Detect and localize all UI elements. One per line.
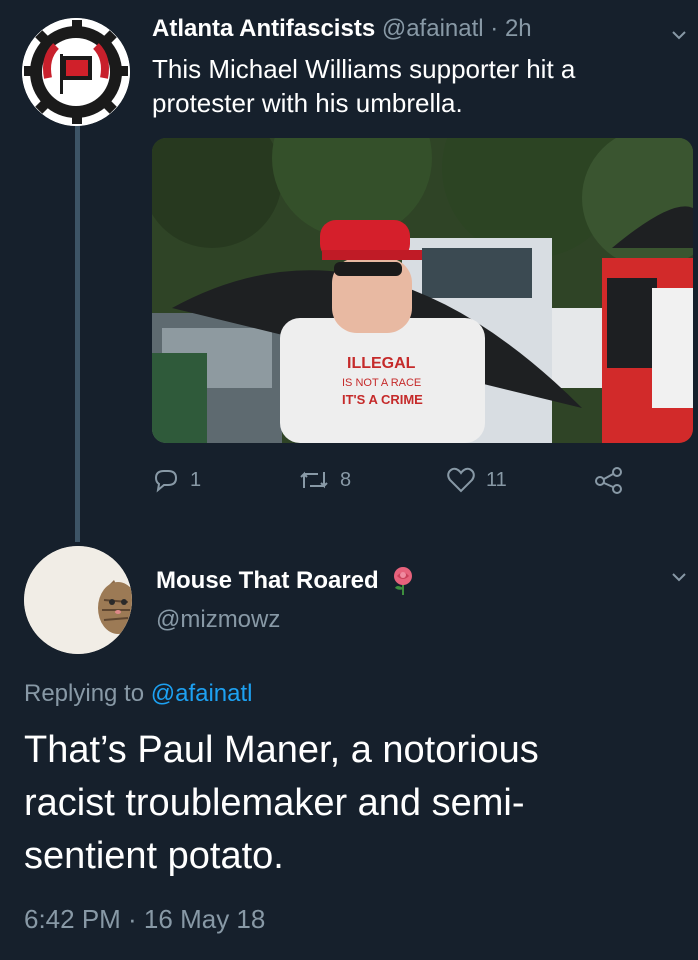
share-button[interactable] (594, 466, 624, 494)
replying-to-link[interactable]: @afainatl (151, 680, 253, 707)
reply-timestamp: 6:42 PM · 16 May 18 (24, 904, 266, 934)
reply-text-line: sentient potato. (24, 835, 284, 877)
replying-label: Replying to (24, 680, 145, 707)
shirt-text: IS NOT A RACE (342, 377, 421, 389)
replying-to: Replying to @afainatl (24, 680, 253, 708)
reply-button[interactable]: 1 (152, 466, 201, 494)
rose-emoji-icon (393, 567, 412, 595)
heart-icon (447, 467, 475, 493)
tweet-time[interactable]: 2h (505, 15, 532, 42)
like-count: 11 (486, 468, 507, 491)
chevron-down-icon[interactable] (670, 568, 688, 586)
shirt-text: ILLEGAL (347, 355, 416, 372)
retweet-count: 8 (340, 468, 352, 491)
cat-avatar-icon[interactable] (24, 546, 132, 654)
like-button[interactable]: 11 (446, 466, 507, 494)
reply-text-line: That’s Paul Maner, a notorious (24, 729, 539, 771)
reply-author-name[interactable]: Mouse That Roared (156, 567, 379, 595)
reply-text-line: racist troublemaker and semi- (24, 782, 525, 824)
author-name[interactable]: Atlanta Antifascists (152, 15, 375, 42)
tweet-header: Atlanta Antifascists @afainatl · 2h (152, 14, 532, 44)
retweet-button[interactable]: 8 (298, 466, 351, 494)
shirt-text: IT'S A CRIME (342, 392, 423, 407)
reply-author: Mouse That Roared (156, 566, 417, 596)
author-handle[interactable]: @afainatl (382, 15, 484, 42)
reply-count: 1 (190, 468, 202, 491)
reply-author-handle[interactable]: @mizmowz (156, 606, 280, 634)
antifa-logo-icon[interactable] (22, 18, 130, 126)
reply-icon (154, 470, 178, 493)
tweet-text-line: protester with his umbrella. (152, 88, 463, 118)
reply-text: That’s Paul Maner, a notorious racist tr… (24, 724, 674, 883)
tweet-photo[interactable]: ILLEGAL IS NOT A RACE IT'S A CRIME (152, 138, 693, 443)
tweet-actions: 1 8 11 (0, 466, 698, 506)
chevron-down-icon[interactable] (670, 26, 688, 44)
share-icon (595, 467, 622, 494)
retweet-icon (300, 471, 328, 489)
separator-dot: · (490, 15, 505, 42)
tweet-text-line: This Michael Williams supporter hit a (152, 54, 576, 84)
tweet-text: This Michael Williams supporter hit a pr… (152, 52, 672, 120)
